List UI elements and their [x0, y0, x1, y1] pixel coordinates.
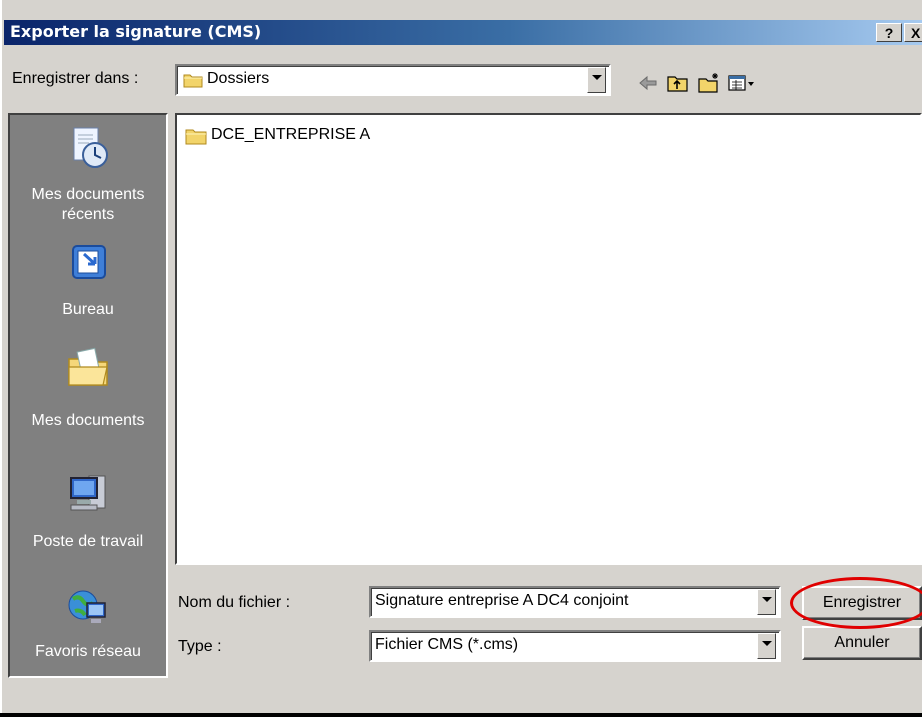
place-label-my-documents: Mes documents — [31, 412, 145, 429]
save-in-dropdown-button[interactable] — [587, 67, 606, 93]
place-recent-documents[interactable]: Mes documents récents — [10, 115, 166, 233]
type-select[interactable]: Fichier CMS (*.cms) — [369, 630, 781, 662]
save-in-value: Dossiers — [207, 70, 270, 87]
place-desktop[interactable]: Bureau — [10, 240, 166, 330]
place-my-computer[interactable]: Poste de travail — [10, 460, 166, 560]
type-dropdown-button[interactable] — [757, 633, 776, 659]
my-computer-icon — [70, 475, 106, 511]
help-button[interactable]: ? — [876, 23, 902, 42]
type-label: Type : — [178, 638, 222, 655]
recent-documents-icon — [73, 127, 108, 168]
view-menu-icon[interactable] — [726, 72, 758, 94]
place-label-network: Favoris réseau — [35, 643, 141, 660]
desktop-icon — [72, 245, 106, 279]
folder-icon — [183, 74, 203, 88]
type-value: Fichier CMS (*.cms) — [375, 636, 519, 653]
up-folder-icon[interactable] — [666, 72, 690, 94]
cancel-button[interactable]: Annuler — [802, 626, 922, 660]
network-places-icon — [68, 590, 106, 623]
folder-icon — [185, 129, 207, 145]
save-in-dropdown[interactable]: Dossiers — [175, 64, 611, 96]
filename-label: Nom du fichier : — [178, 594, 291, 611]
window-border-inner — [2, 0, 4, 717]
file-name: DCE_ENTREPRISE A — [211, 126, 371, 143]
place-label-recent: Mes documents récents — [31, 186, 145, 223]
place-network[interactable]: Favoris réseau — [10, 575, 166, 675]
filename-field[interactable]: Signature entreprise A DC4 conjoint — [369, 586, 781, 618]
window-border-bottom — [0, 713, 922, 717]
title-bar[interactable]: Exporter la signature (CMS) ? X — [4, 20, 922, 45]
save-in-label: Enregistrer dans : — [12, 70, 139, 87]
place-label-my-computer: Poste de travail — [32, 533, 144, 550]
filename-dropdown-button[interactable] — [757, 589, 776, 615]
close-button[interactable]: X — [904, 23, 922, 42]
window-title: Exporter la signature (CMS) — [10, 22, 262, 41]
new-folder-icon[interactable] — [697, 72, 721, 94]
place-label-desktop: Bureau — [62, 301, 114, 318]
save-button-highlight — [790, 577, 922, 629]
my-documents-icon — [68, 347, 108, 386]
place-my-documents[interactable]: Mes documents — [10, 340, 166, 440]
filename-value: Signature entreprise A DC4 conjoint — [375, 592, 629, 609]
file-list[interactable]: DCE_ENTREPRISE A — [175, 113, 922, 565]
back-arrow-icon[interactable] — [636, 72, 660, 94]
places-bar: Mes documents récents Bureau Mes documen… — [8, 113, 168, 678]
